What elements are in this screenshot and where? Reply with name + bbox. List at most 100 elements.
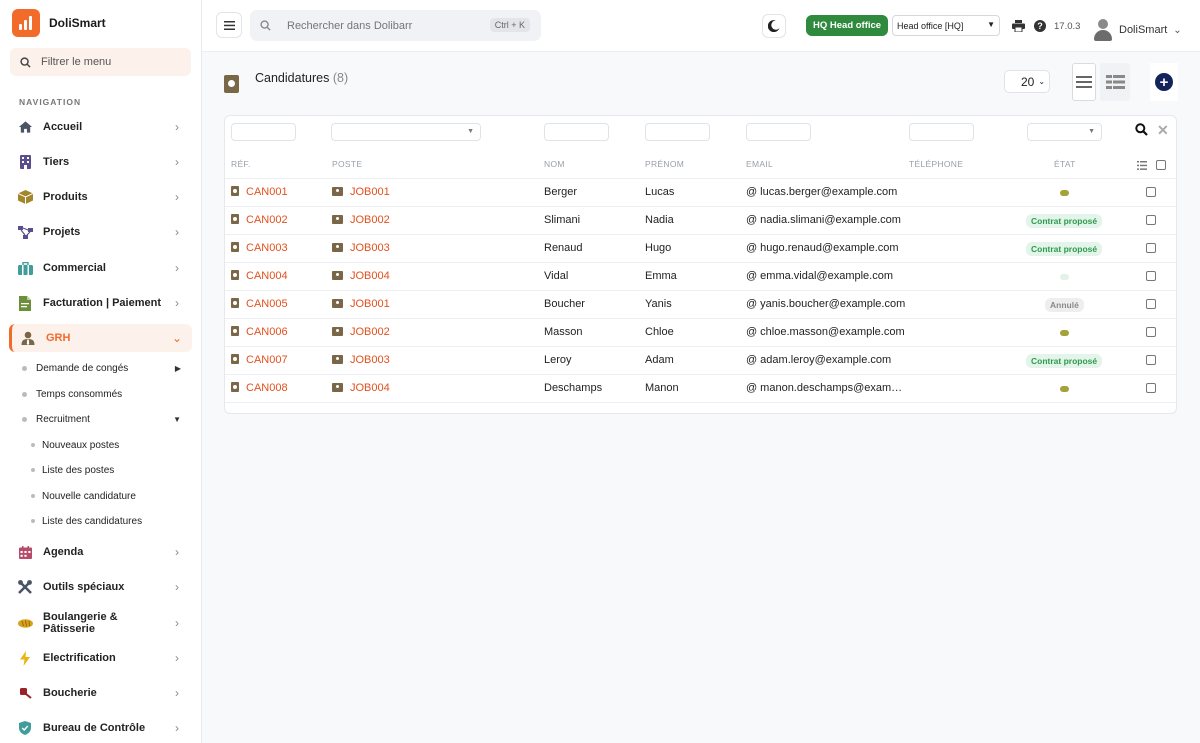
email-link[interactable]: @ lucas.berger@example.com — [746, 186, 897, 198]
ref-link[interactable]: CAN003 — [231, 242, 288, 254]
search-button[interactable] — [1135, 123, 1148, 139]
row-checkbox[interactable] — [1146, 215, 1156, 225]
ref-link[interactable]: CAN008 — [231, 382, 288, 394]
table-row[interactable]: CAN003 JOB003 Renaud Hugo @ hugo.renaud@e… — [225, 235, 1176, 263]
header-poste[interactable]: POSTE — [332, 159, 362, 169]
poste-link[interactable]: JOB003 — [332, 354, 390, 366]
header-ref[interactable]: RÉF. — [231, 159, 251, 169]
sidebar-link-nouvelle-candidature[interactable]: Nouvelle candidature — [31, 486, 136, 506]
user-menu[interactable]: DoliSmart ⌄ — [1093, 19, 1182, 41]
table-row[interactable]: CAN005 JOB001 Boucher Yanis @ yanis.bouch… — [225, 291, 1176, 319]
sidebar-item-tiers[interactable]: Tiers › — [9, 148, 192, 176]
sidebar-link-nouveaux-postes[interactable]: Nouveaux postes — [31, 435, 119, 455]
row-checkbox[interactable] — [1146, 355, 1156, 365]
sidebar-item-facturation[interactable]: Facturation | Paiement › — [9, 289, 192, 317]
dark-mode-toggle[interactable] — [762, 14, 786, 38]
status-badge — [1060, 274, 1069, 280]
row-checkbox[interactable] — [1146, 299, 1156, 309]
table-row[interactable]: CAN002 JOB002 Slimani Nadia @ nadia.slima… — [225, 207, 1176, 235]
help-icon[interactable]: ? — [1034, 20, 1046, 32]
email-link[interactable]: @ hugo.renaud@example.com — [746, 242, 899, 254]
sidebar-subitem-conges[interactable]: Demande de congés ▶ — [22, 358, 187, 378]
table-row[interactable]: CAN007 JOB003 Leroy Adam @ adam.leroy@exa… — [225, 347, 1176, 375]
table-row[interactable]: CAN004 JOB004 Vidal Emma @ emma.vidal@exa… — [225, 263, 1176, 291]
menu-toggle-button[interactable] — [216, 12, 242, 38]
sidebar-item-accueil[interactable]: Accueil › — [9, 113, 192, 141]
sidebar-item-bureau-controle[interactable]: Bureau de Contrôle › — [9, 714, 192, 742]
ref-link[interactable]: CAN001 — [231, 186, 288, 198]
email-link[interactable]: @ nadia.slimani@example.com — [746, 214, 901, 226]
sidebar-item-produits[interactable]: Produits › — [9, 183, 192, 211]
filter-etat-select[interactable]: ▼ — [1027, 123, 1102, 141]
header-email[interactable]: EMAIL — [746, 159, 773, 169]
filter-nom-input[interactable] — [544, 123, 609, 141]
sidebar-link-liste-postes[interactable]: Liste des postes — [31, 460, 114, 480]
table-row[interactable]: CAN006 JOB002 Masson Chloe @ chloe.masson… — [225, 319, 1176, 347]
row-checkbox[interactable] — [1146, 187, 1156, 197]
sidebar-item-grh[interactable]: GRH ⌄ — [9, 324, 192, 352]
ref-link[interactable]: CAN004 — [231, 270, 288, 282]
table-row[interactable]: CAN001 JOB001 Berger Lucas @ lucas.berger… — [225, 179, 1176, 207]
ref-link[interactable]: CAN002 — [231, 214, 288, 226]
list-view-button[interactable] — [1072, 63, 1096, 101]
ref-link[interactable]: CAN006 — [231, 326, 288, 338]
menu-filter-placeholder: Filtrer le menu — [41, 56, 112, 68]
column-selector-icon[interactable] — [1137, 161, 1147, 172]
poste-link[interactable]: JOB003 — [332, 242, 390, 254]
email-link[interactable]: @ manon.deschamps@exam… — [746, 382, 902, 394]
header-prenom[interactable]: PRÉNOM — [645, 159, 684, 169]
email-link[interactable]: @ emma.vidal@example.com — [746, 270, 893, 282]
row-checkbox[interactable] — [1146, 271, 1156, 281]
ref-link[interactable]: CAN005 — [231, 298, 288, 310]
global-search[interactable]: Ctrl + K — [250, 10, 541, 41]
sidebar-item-label: Electrification — [43, 652, 116, 664]
search-input[interactable] — [287, 19, 487, 32]
filter-prenom-input[interactable] — [645, 123, 710, 141]
per-page-select[interactable]: 20 ⌄ — [1004, 70, 1050, 93]
email-link[interactable]: @ adam.leroy@example.com — [746, 354, 891, 366]
sidebar-link-liste-candidatures[interactable]: Liste des candidatures — [31, 511, 142, 531]
email-link[interactable]: @ yanis.boucher@example.com — [746, 298, 905, 310]
filter-poste-select[interactable]: ▼ — [331, 123, 481, 141]
sidebar-item-boucherie[interactable]: Boucherie › — [9, 679, 192, 707]
poste-link[interactable]: JOB001 — [332, 298, 390, 310]
row-checkbox[interactable] — [1146, 243, 1156, 253]
header-etat[interactable]: ÉTAT — [1054, 159, 1076, 169]
row-checkbox[interactable] — [1146, 383, 1156, 393]
poste-link[interactable]: JOB004 — [332, 382, 390, 394]
print-icon[interactable] — [1012, 20, 1025, 35]
kanban-view-button[interactable] — [1100, 63, 1130, 101]
brand[interactable]: DoliSmart — [12, 9, 106, 37]
row-checkbox[interactable] — [1146, 327, 1156, 337]
filter-email-input[interactable] — [746, 123, 811, 141]
candidature-icon — [231, 354, 239, 364]
sidebar-item-agenda[interactable]: Agenda › — [9, 538, 192, 566]
filter-telephone-input[interactable] — [909, 123, 974, 141]
poste-link[interactable]: JOB002 — [332, 326, 390, 338]
poste-link[interactable]: JOB004 — [332, 270, 390, 282]
sidebar-item-boulangerie[interactable]: Boulangerie & Pâtisserie › — [9, 609, 192, 637]
plus-circle-icon: + — [1155, 73, 1173, 91]
add-candidature-button[interactable]: + — [1150, 63, 1178, 101]
sidebar-subitem-recruitment[interactable]: Recruitment ▼ — [22, 409, 187, 429]
poste-link[interactable]: JOB001 — [332, 186, 390, 198]
poste-link[interactable]: JOB002 — [332, 214, 390, 226]
select-all-checkbox[interactable] — [1156, 160, 1166, 170]
user-name: DoliSmart — [1119, 24, 1168, 36]
sidebar-item-commercial[interactable]: Commercial › — [9, 254, 192, 282]
entity-select[interactable]: Head office [HQ] ▼ — [892, 15, 1000, 36]
table-row[interactable]: CAN008 JOB004 Deschamps Manon @ manon.des… — [225, 375, 1176, 403]
sidebar-item-outils[interactable]: Outils spéciaux › — [9, 573, 192, 601]
candidature-icon — [224, 75, 239, 93]
sidebar-item-electrification[interactable]: Electrification › — [9, 644, 192, 672]
email-text: lucas.berger@example.com — [760, 186, 898, 198]
header-nom[interactable]: NOM — [544, 159, 565, 169]
clear-filter-icon[interactable]: ✕ — [1157, 122, 1169, 139]
header-telephone[interactable]: TÉLÉPHONE — [909, 159, 963, 169]
menu-filter-input[interactable]: Filtrer le menu — [10, 48, 191, 76]
filter-ref-input[interactable] — [231, 123, 296, 141]
email-link[interactable]: @ chloe.masson@example.com — [746, 326, 905, 338]
sidebar-subitem-temps[interactable]: Temps consommés — [22, 384, 187, 404]
ref-link[interactable]: CAN007 — [231, 354, 288, 366]
sidebar-item-projets[interactable]: Projets › — [9, 218, 192, 246]
